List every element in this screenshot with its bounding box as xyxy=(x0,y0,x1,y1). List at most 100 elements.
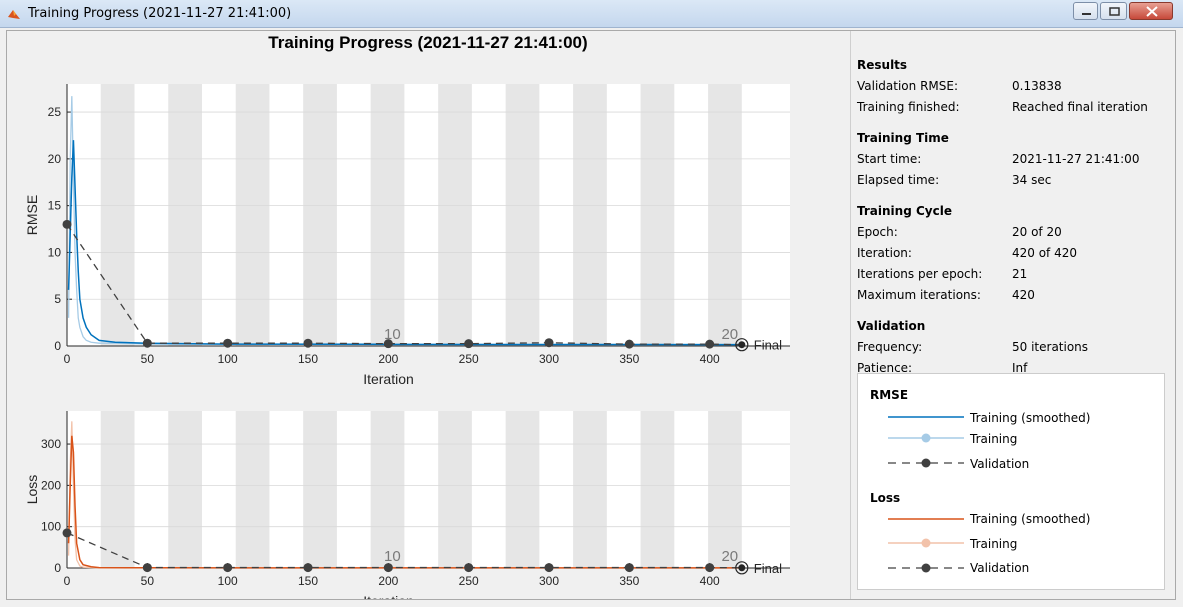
loss-y-tick-label: 200 xyxy=(41,478,61,492)
rmse-x-tick-label: 300 xyxy=(539,352,559,366)
iterations-per-epoch-value: 21 xyxy=(1012,267,1028,281)
rmse-x-tick-label: 0 xyxy=(64,352,71,366)
loss-validation-point xyxy=(383,563,393,573)
rmse-epoch-band xyxy=(168,84,202,346)
rmse-validation-point xyxy=(223,338,233,348)
frequency-value: 50 iterations xyxy=(1012,340,1089,354)
rmse-epoch-band xyxy=(640,84,675,346)
elapsed-time-label: Elapsed time: xyxy=(857,173,940,187)
rmse-validation-point xyxy=(624,339,634,349)
legend-rmse-training-label: Training xyxy=(970,432,1018,446)
rmse-chart: 0 50 100 150 200 250 300 350 400 0 5 10 15 20 25 Iterat… xyxy=(24,84,790,387)
loss-x-tick-label: 150 xyxy=(298,574,318,588)
loss-validation-point xyxy=(544,563,554,573)
loss-x-tick-label: 0 xyxy=(64,574,71,588)
rmse-epoch-band xyxy=(303,84,337,346)
frequency-label: Frequency: xyxy=(857,340,923,354)
window-title: Training Progress (2021-11-27 21:41:00) xyxy=(28,6,292,21)
loss-x-tick-label: 350 xyxy=(619,574,639,588)
minimize-button[interactable] xyxy=(1073,2,1098,20)
rmse-x-axis-label: Iteration xyxy=(363,371,414,387)
loss-y-axis-label: Loss xyxy=(24,475,40,505)
rmse-validation-point xyxy=(303,338,313,348)
loss-epoch-band xyxy=(708,411,742,568)
validation-heading: Validation xyxy=(857,319,926,333)
loss-x-tick-label: 100 xyxy=(218,574,238,588)
minimize-icon xyxy=(1082,13,1091,15)
rmse-x-tick-label: 350 xyxy=(619,352,639,366)
rmse-epoch-band xyxy=(100,84,135,346)
iterations-per-epoch-label: Iterations per epoch: xyxy=(857,267,983,281)
rmse-x-tick-label: 200 xyxy=(378,352,398,366)
start-time-value: 2021-11-27 21:41:00 xyxy=(1012,152,1140,166)
loss-epoch-band xyxy=(235,411,270,568)
iteration-label: Iteration: xyxy=(857,246,912,260)
rmse-epoch-label: 20 xyxy=(721,326,738,343)
rmse-validation-point xyxy=(383,339,393,349)
training-charts: 0 50 100 150 200 250 300 350 4000510152025Iterat… xyxy=(24,84,790,599)
legend-rmse-training-swatch xyxy=(888,433,964,443)
rmse-epoch-band xyxy=(235,84,270,346)
training-cycle-heading: Training Cycle xyxy=(857,204,952,218)
loss-final-label: Final xyxy=(754,561,782,576)
restore-icon xyxy=(1109,7,1120,16)
legend-rmse-validation-label: Validation xyxy=(970,457,1030,471)
maximize-button[interactable] xyxy=(1100,2,1127,20)
training-finished-value: Reached final iteration xyxy=(1012,100,1148,114)
rmse-validation-point xyxy=(464,339,474,349)
elapsed-time-value: 34 sec xyxy=(1012,173,1052,187)
rmse-validation-point xyxy=(142,338,152,348)
epoch-label: Epoch: xyxy=(857,225,898,239)
loss-epoch-band xyxy=(640,411,675,568)
matlab-app-icon xyxy=(8,10,20,19)
legend-loss-validation-label: Validation xyxy=(970,561,1030,575)
loss-x-tick-label: 50 xyxy=(141,574,155,588)
rmse-y-tick-label: 25 xyxy=(48,105,62,119)
loss-y-tick-label: 300 xyxy=(41,437,61,451)
loss-validation-point xyxy=(624,563,634,573)
loss-epoch-band xyxy=(370,411,405,568)
close-icon xyxy=(1146,6,1158,17)
validation-rmse-label: Validation RMSE: xyxy=(857,79,959,93)
loss-validation-point xyxy=(223,563,233,573)
rmse-validation-point xyxy=(544,338,554,348)
rmse-final-marker-dot xyxy=(738,341,746,349)
rmse-x-tick-label: 50 xyxy=(141,352,155,366)
loss-y-tick-label: 100 xyxy=(41,520,61,534)
window-titlebar: Training Progress (2021-11-27 21:41:00) xyxy=(0,0,1183,28)
plot-area: Training Progress (2021-11-27 21:41:00) … xyxy=(8,31,846,599)
loss-validation-point xyxy=(142,563,152,573)
loss-validation-point xyxy=(705,563,715,573)
training-time-heading: Training Time xyxy=(857,131,949,145)
loss-validation-point xyxy=(303,563,313,573)
legend-loss-heading: Loss xyxy=(870,491,901,505)
legend-loss-smoothed-label: Training (smoothed) xyxy=(970,512,1091,526)
legend-loss-validation-swatch xyxy=(888,563,964,573)
training-finished-label: Training finished: xyxy=(857,100,960,114)
loss-epoch-label: 10 xyxy=(384,548,401,565)
rmse-y-tick-label: 15 xyxy=(48,199,62,213)
loss-x-tick-label: 400 xyxy=(700,574,720,588)
legend-rmse-heading: RMSE xyxy=(870,388,909,402)
legend-loss-training-swatch xyxy=(888,538,964,548)
legend-rmse-validation-swatch xyxy=(888,458,964,468)
rmse-epoch-band xyxy=(708,84,742,346)
iteration-value: 420 of 420 xyxy=(1012,246,1078,260)
rmse-x-tick-label: 250 xyxy=(459,352,479,366)
loss-epoch-band xyxy=(438,411,472,568)
rmse-x-tick-label: 150 xyxy=(298,352,318,366)
rmse-y-axis-label: RMSE xyxy=(24,195,40,235)
rmse-epoch-band xyxy=(573,84,607,346)
rmse-epoch-band xyxy=(370,84,405,346)
loss-epoch-band xyxy=(168,411,202,568)
rmse-y-tick-label: 10 xyxy=(48,245,62,259)
loss-validation-point xyxy=(464,563,474,573)
legend-rmse-smoothed-swatch xyxy=(888,416,964,418)
loss-x-axis-label: Iteration xyxy=(363,593,414,599)
results-heading: Results xyxy=(857,58,908,72)
legend-loss-training-label: Training xyxy=(970,537,1018,551)
close-button[interactable] xyxy=(1129,2,1173,20)
legend-panel: RMSE Training (smoothed) Training Valida… xyxy=(857,373,1165,590)
start-time-label: Start time: xyxy=(857,152,922,166)
validation-rmse-value: 0.13838 xyxy=(1012,79,1062,93)
